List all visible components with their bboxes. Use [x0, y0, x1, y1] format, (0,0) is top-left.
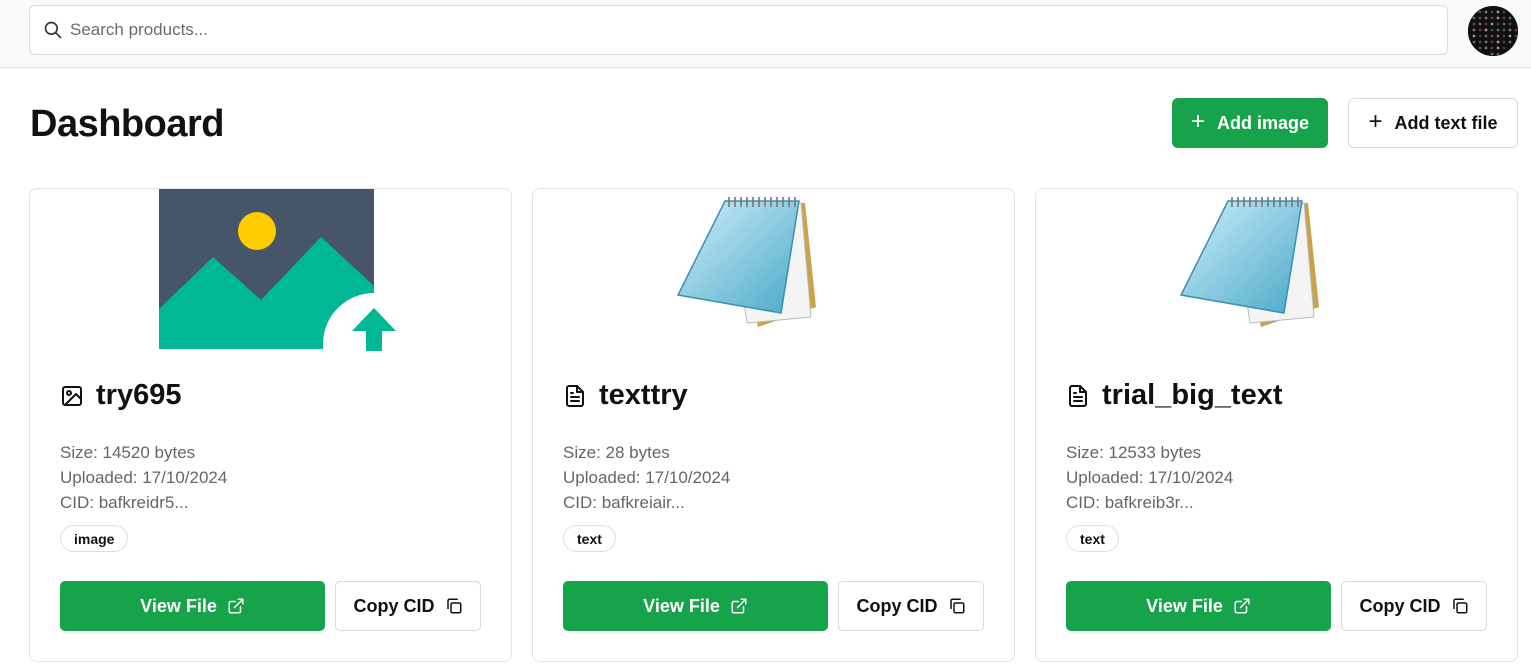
- view-file-button[interactable]: View File: [1066, 581, 1331, 631]
- copy-icon: [446, 598, 461, 614]
- file-type-tag: image: [60, 525, 129, 552]
- view-file-label: View File: [140, 595, 217, 616]
- copy-cid-label: Copy CID: [1359, 595, 1441, 616]
- external-link-icon: [731, 598, 747, 614]
- search-input[interactable]: [70, 6, 1430, 54]
- file-uploaded-date: Uploaded: 17/10/2024: [1066, 468, 1234, 487]
- copy-cid-label: Copy CID: [353, 595, 435, 616]
- file-size: Size: 14520 bytes: [60, 443, 196, 462]
- file-text-icon: [1069, 384, 1087, 407]
- file-size: Size: 28 bytes: [563, 443, 670, 462]
- file-cid: CID: bafkreidr5...: [60, 493, 189, 512]
- file-cid: CID: bafkreiair...: [563, 493, 685, 512]
- file-card: texttry Size: 28 bytes Uploaded: 17/10/2…: [532, 188, 1015, 662]
- copy-icon: [1452, 598, 1467, 614]
- copy-cid-label: Copy CID: [856, 595, 938, 616]
- image-icon: [62, 385, 82, 406]
- file-name-row: texttry: [563, 379, 688, 412]
- file-size: Size: 12533 bytes: [1066, 443, 1202, 462]
- plus-icon: +: [1368, 107, 1383, 135]
- image-placeholder-thumbnail: [159, 189, 425, 354]
- top-bar: [0, 0, 1531, 68]
- add-text-file-label: Add text file: [1394, 112, 1498, 133]
- file-name-row: try695: [60, 379, 181, 412]
- file-text-icon: [566, 384, 584, 407]
- copy-cid-button[interactable]: Copy CID: [1341, 581, 1487, 631]
- file-uploaded-date: Uploaded: 17/10/2024: [60, 468, 228, 487]
- file-name: trial_big_text: [1102, 379, 1283, 411]
- file-name-row: trial_big_text: [1066, 379, 1283, 412]
- search-icon: [44, 21, 62, 39]
- file-name: try695: [96, 379, 182, 411]
- add-text-file-button[interactable]: + Add text file: [1348, 98, 1518, 148]
- view-file-button[interactable]: View File: [563, 581, 828, 631]
- file-card: try695 Size: 14520 bytes Uploaded: 17/10…: [29, 188, 512, 662]
- file-cid: CID: bafkreib3r...: [1066, 493, 1194, 512]
- copy-cid-button[interactable]: Copy CID: [335, 581, 481, 631]
- view-file-label: View File: [1146, 595, 1223, 616]
- plus-icon: +: [1190, 107, 1205, 135]
- avatar-image: [1468, 6, 1518, 56]
- copy-cid-button[interactable]: Copy CID: [838, 581, 984, 631]
- notepad-thumbnail: [676, 197, 816, 327]
- file-card: trial_big_text Size: 12533 bytes Uploade…: [1035, 188, 1518, 662]
- view-file-button[interactable]: View File: [60, 581, 325, 631]
- file-name: texttry: [599, 379, 688, 411]
- external-link-icon: [1234, 598, 1250, 614]
- search-box[interactable]: [29, 5, 1448, 55]
- avatar[interactable]: [1468, 6, 1518, 56]
- file-uploaded-date: Uploaded: 17/10/2024: [563, 468, 731, 487]
- file-type-tag: text: [1066, 525, 1119, 552]
- add-image-label: Add image: [1217, 112, 1310, 133]
- external-link-icon: [228, 598, 244, 614]
- view-file-label: View File: [643, 595, 720, 616]
- notepad-thumbnail: [1179, 197, 1319, 327]
- add-image-button[interactable]: + Add image: [1172, 98, 1328, 148]
- page-title: Dashboard: [30, 103, 224, 145]
- copy-icon: [949, 598, 964, 614]
- file-type-tag: text: [563, 525, 616, 552]
